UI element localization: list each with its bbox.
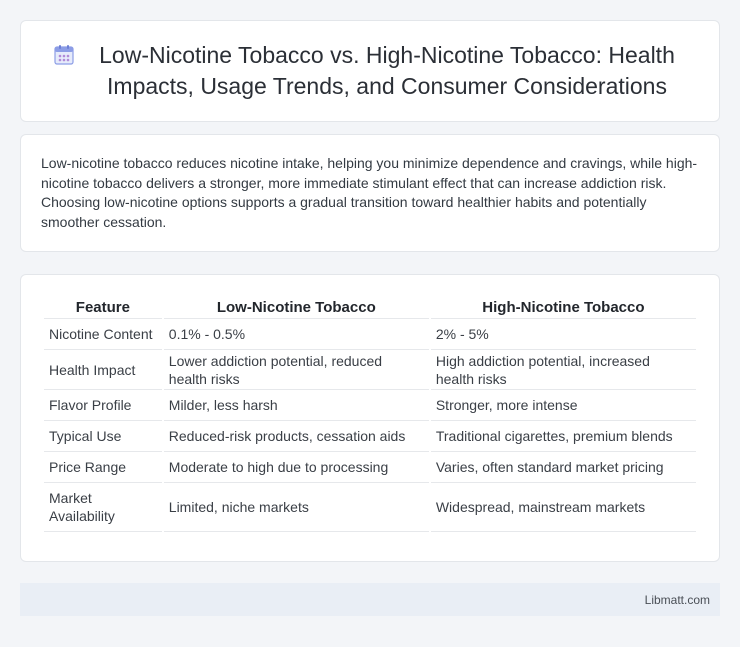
table-row: Flavor Profile Milder, less harsh Strong…: [44, 390, 696, 421]
header-feature: Feature: [44, 295, 162, 319]
summary-card: Low-nicotine tobacco reduces nicotine in…: [20, 134, 720, 252]
low-nicotine-cell: Lower addiction potential, reduced healt…: [163, 350, 429, 390]
feature-cell: Flavor Profile: [44, 390, 162, 421]
table-row: Health Impact Lower addiction potential,…: [44, 350, 696, 390]
high-nicotine-cell: Stronger, more intense: [430, 390, 696, 421]
high-nicotine-cell: Widespread, mainstream markets: [430, 483, 696, 532]
high-nicotine-cell: Traditional cigarettes, premium blends: [430, 421, 696, 452]
high-nicotine-cell: Varies, often standard market pricing: [430, 452, 696, 483]
footer-site-link[interactable]: Libmatt.com: [645, 593, 710, 607]
feature-cell: Nicotine Content: [44, 319, 162, 350]
feature-cell: Health Impact: [44, 350, 162, 390]
comparison-table: Feature Low-Nicotine Tobacco High-Nicoti…: [42, 295, 698, 532]
table-row: Price Range Moderate to high due to proc…: [44, 452, 696, 483]
table-row: Market Availability Limited, niche marke…: [44, 483, 696, 532]
low-nicotine-cell: Moderate to high due to processing: [163, 452, 429, 483]
calendar-icon: [54, 45, 74, 65]
low-nicotine-cell: Reduced-risk products, cessation aids: [163, 421, 429, 452]
header-low-nicotine: Low-Nicotine Tobacco: [163, 295, 429, 319]
table-header-row: Feature Low-Nicotine Tobacco High-Nicoti…: [44, 295, 696, 319]
high-nicotine-cell: 2% - 5%: [430, 319, 696, 350]
header-high-nicotine: High-Nicotine Tobacco: [430, 295, 696, 319]
table-row: Typical Use Reduced-risk products, cessa…: [44, 421, 696, 452]
footer: Libmatt.com: [20, 583, 720, 616]
feature-cell: Typical Use: [44, 421, 162, 452]
low-nicotine-cell: Limited, niche markets: [163, 483, 429, 532]
title-wrap: Low-Nicotine Tobacco vs. High-Nicotine T…: [53, 40, 687, 102]
title-card: Low-Nicotine Tobacco vs. High-Nicotine T…: [20, 20, 720, 122]
feature-cell: Market Availability: [44, 483, 162, 532]
low-nicotine-cell: 0.1% - 0.5%: [163, 319, 429, 350]
page-title: Low-Nicotine Tobacco vs. High-Nicotine T…: [99, 42, 675, 99]
feature-cell: Price Range: [44, 452, 162, 483]
summary-text: Low-nicotine tobacco reduces nicotine in…: [41, 155, 698, 230]
high-nicotine-cell: High addiction potential, increased heal…: [430, 350, 696, 390]
table-row: Nicotine Content 0.1% - 0.5% 2% - 5%: [44, 319, 696, 350]
comparison-card: Feature Low-Nicotine Tobacco High-Nicoti…: [20, 274, 720, 562]
low-nicotine-cell: Milder, less harsh: [163, 390, 429, 421]
